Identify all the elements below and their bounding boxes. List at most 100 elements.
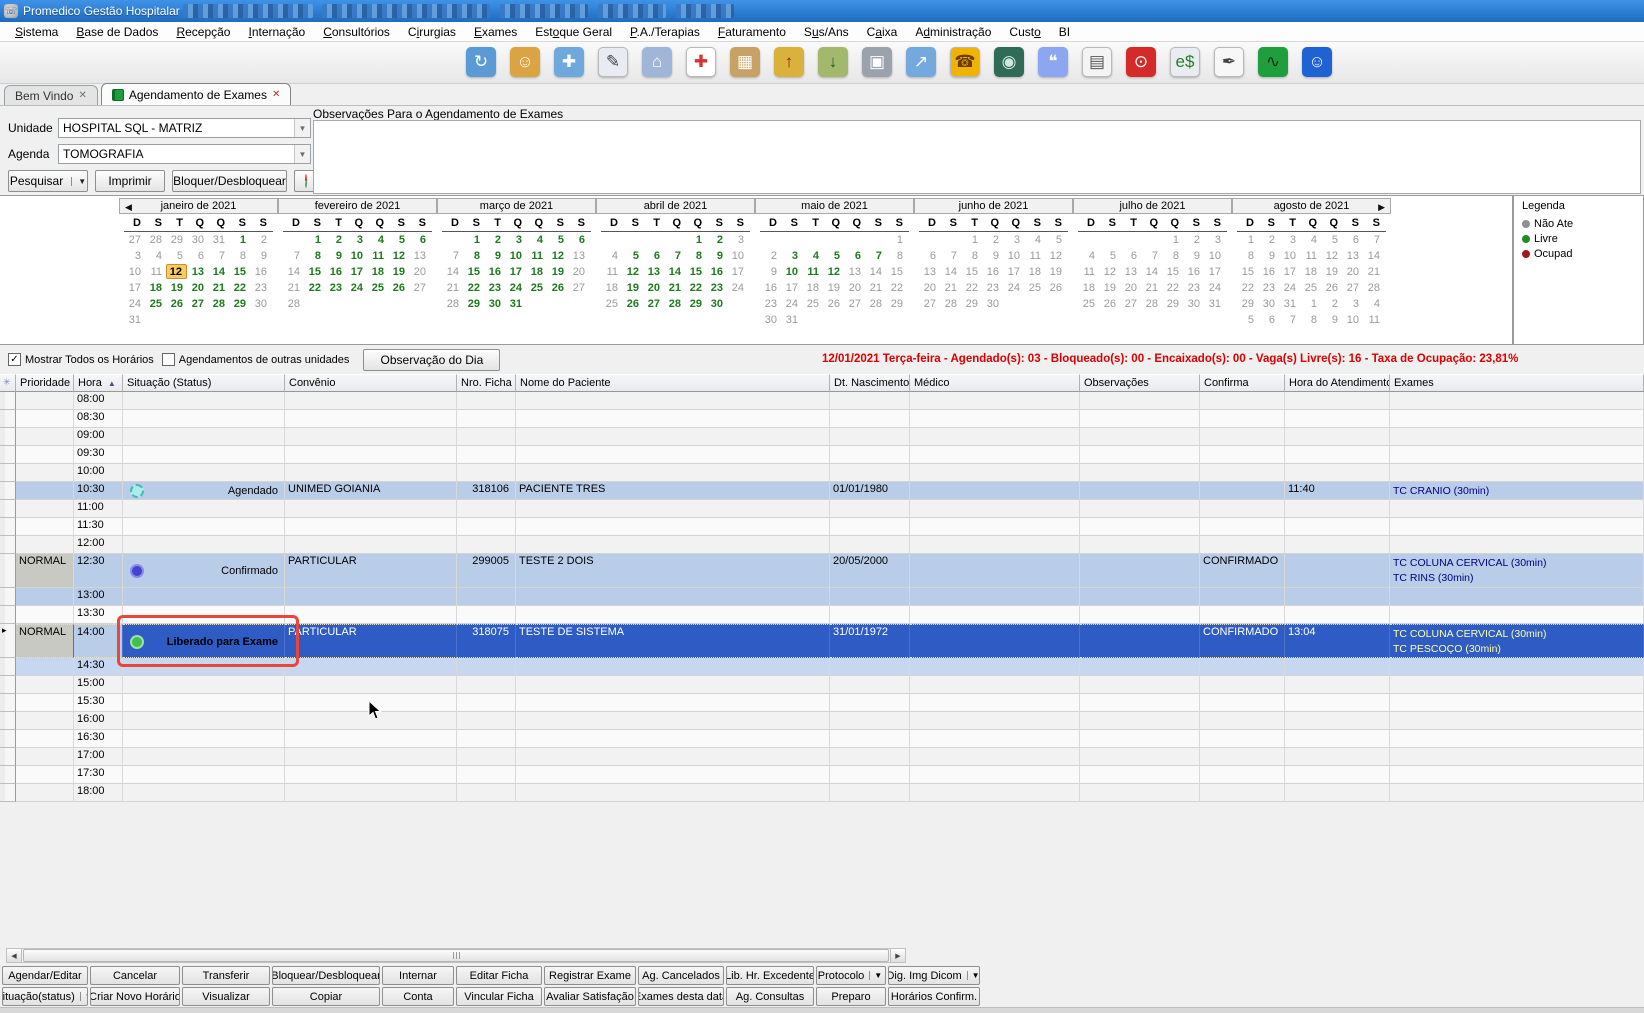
calendar-day[interactable]: 14 [1363,248,1384,264]
monitoring-icon[interactable]: ∿ [1258,47,1288,77]
column-header-conv-nio[interactable]: Convênio [285,374,457,392]
calendar-day[interactable]: 22 [304,280,325,296]
calendar-day[interactable]: 9 [250,248,271,264]
chat-icon[interactable]: ❝ [1038,47,1068,77]
calendar-day[interactable]: 1 [886,232,907,248]
calendar-day[interactable]: 8 [304,248,325,264]
calendar-day[interactable]: 4 [1363,296,1384,312]
calendar-day[interactable]: 26 [166,296,187,312]
calendar-day[interactable]: 11 [1024,248,1045,264]
calendar-day[interactable]: 4 [145,248,166,264]
calendar-day[interactable]: 9 [760,264,781,280]
schedule-row-1500[interactable]: 15:00 [0,676,1644,694]
calendar-day[interactable]: 2 [760,248,781,264]
calendar-day[interactable]: 17 [346,264,367,280]
menu-item-p-a-terapias[interactable]: P.A./Terapias [621,23,709,41]
schedule-row-1400[interactable]: ▸NORMAL14:00Liberado para ExamePARTICULA… [0,624,1644,658]
internar-button[interactable]: Internar [382,966,454,985]
column-header-confirma[interactable]: Confirma [1200,374,1285,392]
calendar-day[interactable]: 28 [283,296,304,312]
row-selector[interactable] [0,536,16,554]
calendar-day[interactable]: 21 [940,280,961,296]
calendar-day[interactable]: 6 [643,248,664,264]
menu-item-recep-o[interactable]: Recepção [167,23,239,41]
calendar-day[interactable]: 16 [325,264,346,280]
calendar-day[interactable]: 3 [505,232,526,248]
calendar-day[interactable]: 24 [781,296,802,312]
editar-ficha-button[interactable]: Editar Ficha [456,966,542,985]
grid-corner-cell[interactable]: ✳ [0,374,16,392]
registrar-exame-button[interactable]: Registrar Exame [544,966,636,985]
calendar-day[interactable]: 23 [250,280,271,296]
calendar-day[interactable]: 20 [1342,264,1363,280]
schedule-row-1230[interactable]: NORMAL12:30ConfirmadoPARTICULAR299005TES… [0,554,1644,588]
calendar-day[interactable]: 25 [367,280,388,296]
calendar-day[interactable]: 10 [1279,248,1300,264]
calendar-day[interactable]: 31 [124,312,145,328]
calendar-day[interactable]: 9 [1258,248,1279,264]
safe-icon[interactable]: ▣ [862,47,892,77]
calendar-day[interactable]: 26 [1099,296,1120,312]
column-header-prioridade[interactable]: Prioridade [16,374,74,392]
calendar-day[interactable]: 27 [124,232,145,248]
calendar-day[interactable]: 12 [1321,248,1342,264]
calendar-day[interactable]: 15 [685,264,706,280]
calendar-day[interactable]: 13 [844,264,865,280]
calendar-day[interactable]: 27 [1342,280,1363,296]
money-down-icon[interactable]: ↓ [818,47,848,77]
calendar-day[interactable]: 1 [1162,232,1183,248]
calendar-day[interactable]: 28 [664,296,685,312]
calendar-day[interactable]: 8 [961,248,982,264]
tab-close-icon[interactable]: ✕ [272,89,280,100]
calendar-day[interactable]: 27 [919,296,940,312]
calendar-day[interactable]: 22 [886,280,907,296]
calendar-day[interactable]: 29 [1237,296,1258,312]
calendar-day[interactable]: 18 [1024,264,1045,280]
doctor-icon[interactable]: ✚ [554,47,584,77]
calendar-day[interactable]: 27 [1120,296,1141,312]
calendar-day[interactable]: 25 [1078,296,1099,312]
calendar-day[interactable]: 29 [961,296,982,312]
calendar-day[interactable]: 21 [1141,280,1162,296]
manual-cd-icon[interactable]: ◉ [994,47,1024,77]
row-selector[interactable] [0,766,16,784]
calendar-day[interactable]: 26 [1045,280,1066,296]
calendar-day[interactable]: 25 [1024,280,1045,296]
calendar-day[interactable]: 21 [664,280,685,296]
calendar-day[interactable]: 17 [727,264,748,280]
calendar-next-icon[interactable]: ▶ [1378,200,1385,215]
row-selector[interactable] [0,446,16,464]
calendar-day[interactable]: 12 [547,248,568,264]
calendar-day[interactable]: 8 [1300,312,1321,328]
menu-item-interna-o[interactable]: Internação [239,23,314,41]
column-header-exames[interactable]: Exames [1390,374,1644,392]
calendar-day[interactable]: 15 [304,264,325,280]
calendar-day[interactable]: 22 [685,280,706,296]
row-selector[interactable] [0,410,16,428]
bloquear-desbloquear-button[interactable]: Bloquer/Desbloquear [172,170,287,192]
calendar-day[interactable]: 28 [865,296,886,312]
menu-item-cirurgias[interactable]: Cirurgias [399,23,465,41]
row-selector[interactable] [0,554,16,588]
calendar-day[interactable]: 17 [1204,264,1225,280]
row-selector[interactable] [0,748,16,766]
calendar-day[interactable]: 21 [1363,264,1384,280]
menu-item-estoque-geral[interactable]: Estoque Geral [526,23,621,41]
calendar-day[interactable]: 26 [823,296,844,312]
calendar-day[interactable]: 20 [844,280,865,296]
row-selector[interactable] [0,606,16,624]
calendar-day[interactable]: 9 [484,248,505,264]
menu-item-sistema[interactable]: Sistema [6,23,67,41]
calendar-day[interactable]: 15 [961,264,982,280]
visualizar-button[interactable]: Visualizar [182,987,270,1006]
calendar-day[interactable]: 29 [166,232,187,248]
scrollbar-thumb[interactable] [23,949,889,962]
calendar-day[interactable]: 11 [1363,312,1384,328]
calendar-day[interactable]: 4 [1300,232,1321,248]
calendar-day[interactable]: 25 [802,296,823,312]
column-header-hora-do-atendimento[interactable]: Hora do Atendimento [1285,374,1390,392]
calendar-day[interactable]: 16 [1258,264,1279,280]
calendar-day[interactable]: 22 [1237,280,1258,296]
calendar-day[interactable]: 13 [568,248,589,264]
calendar-day[interactable]: 2 [325,232,346,248]
